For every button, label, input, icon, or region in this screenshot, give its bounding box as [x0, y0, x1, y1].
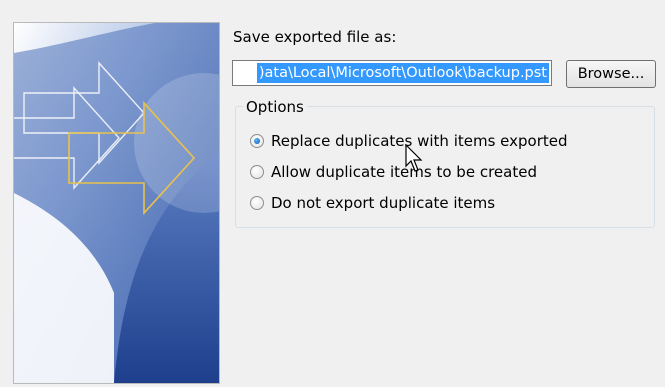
options-legend: Options	[243, 98, 307, 116]
browse-button[interactable]: Browse...	[566, 60, 656, 88]
radio-label: Allow duplicate items to be created	[271, 163, 537, 181]
radio-checked-icon[interactable]	[250, 134, 264, 148]
file-path-input[interactable]: )ata\Local\Microsoft\Outlook\backup.pst	[232, 60, 552, 86]
radio-unchecked-icon[interactable]	[250, 196, 264, 210]
radio-label: Do not export duplicate items	[271, 194, 496, 212]
file-path-selected-text: )ata\Local\Microsoft\Outlook\backup.pst	[256, 63, 549, 83]
radio-unchecked-icon[interactable]	[250, 165, 264, 179]
wizard-side-image	[13, 22, 220, 384]
export-options-dialog: Save exported file as: )ata\Local\Micros…	[0, 0, 665, 387]
save-as-label: Save exported file as:	[233, 28, 397, 46]
arrow-cursor-icon	[405, 144, 423, 172]
